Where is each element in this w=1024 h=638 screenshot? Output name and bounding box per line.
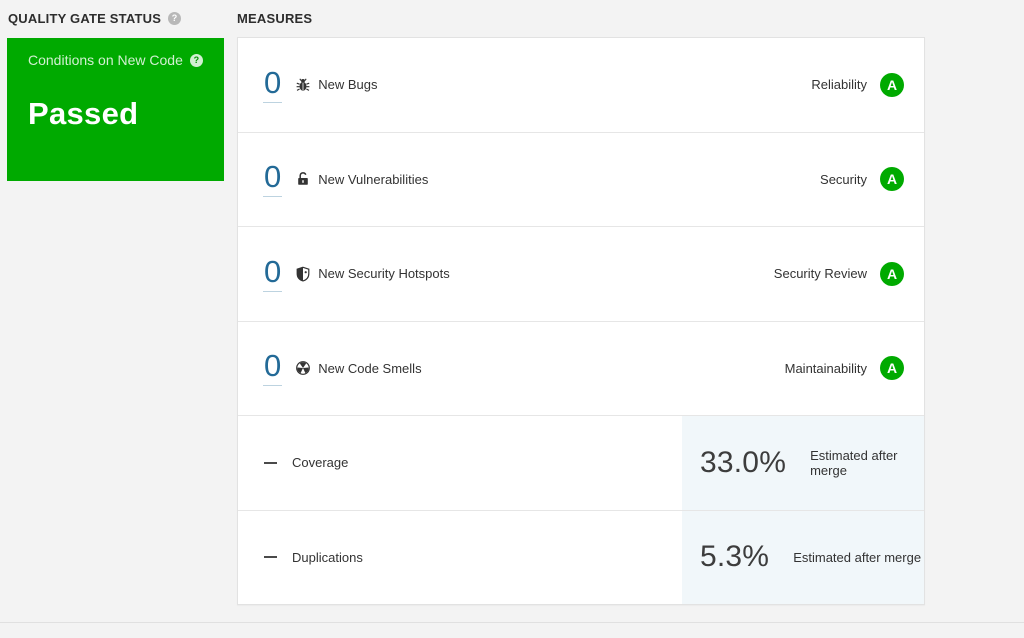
domain-label: Reliability: [811, 77, 867, 93]
help-icon[interactable]: ?: [189, 53, 203, 67]
duplications-value: 5.3%: [700, 540, 770, 574]
measure-label: New Bugs: [318, 77, 378, 93]
new-code-smells-count-link[interactable]: 0: [263, 350, 283, 387]
domain-label: Security Review: [773, 266, 867, 282]
rating-badge: A: [880, 72, 904, 97]
coverage-value: 33.0%: [700, 445, 787, 479]
dash-icon: [264, 461, 277, 464]
code-smell-icon: [295, 360, 311, 376]
conditions-label: Conditions on New Code: [28, 52, 183, 68]
estimate-note: Estimated after merge: [810, 447, 898, 478]
quality-gate-section-title: QUALITY GATE STATUS ?: [8, 11, 182, 26]
quality-gate-title-text: QUALITY GATE STATUS: [8, 11, 162, 26]
domain-label: Maintainability: [784, 360, 867, 376]
measures-card: 0 New Bugs Reliability A 0 New Vulnerabi…: [237, 37, 925, 605]
help-icon[interactable]: ?: [168, 12, 182, 25]
new-security-hotspots-count-link[interactable]: 0: [263, 255, 283, 292]
duplications-estimate-panel: 5.3% Estimated after merge: [682, 510, 924, 604]
measure-label: New Vulnerabilities: [318, 171, 429, 187]
rating-badge: A: [880, 261, 904, 286]
measure-row-new-code-smells: 0 New Code Smells Maintainability A: [238, 322, 924, 416]
dash-icon: [264, 556, 277, 559]
measure-row-duplications: Duplications 5.3% Estimated after merge: [238, 510, 924, 604]
bug-icon: [295, 77, 311, 93]
rating-badge: A: [880, 356, 904, 381]
estimate-note: Estimated after merge: [793, 549, 922, 565]
coverage-estimate-panel: 33.0% Estimated after merge: [682, 416, 924, 510]
domain-label: Security: [820, 171, 867, 187]
measure-row-new-security-hotspots: 0 New Security Hotspots Security Review …: [238, 227, 924, 322]
measure-row-coverage: Coverage 33.0% Estimated after merge: [238, 416, 924, 511]
measure-label: Coverage: [292, 455, 349, 471]
rating-badge: A: [880, 167, 904, 192]
measure-label: New Security Hotspots: [318, 266, 450, 282]
measure-row-new-bugs: 0 New Bugs Reliability A: [238, 38, 924, 133]
lock-icon: [295, 171, 311, 187]
bottom-divider: [0, 622, 1024, 623]
measure-row-new-vulnerabilities: 0 New Vulnerabilities Security A: [238, 133, 924, 227]
conditions-on-new-code: Conditions on New Code ?: [28, 52, 210, 68]
quality-gate-status-card: Conditions on New Code ? Passed: [7, 38, 224, 181]
measures-title-text: MEASURES: [237, 11, 313, 26]
measure-label: Duplications: [292, 549, 363, 565]
quality-gate-status-value: Passed: [28, 96, 139, 131]
new-vulnerabilities-count-link[interactable]: 0: [263, 161, 283, 198]
new-bugs-count-link[interactable]: 0: [263, 66, 283, 103]
security-hotspot-icon: [295, 266, 311, 282]
measure-label: New Code Smells: [318, 360, 422, 376]
measures-section-title: MEASURES: [237, 11, 312, 26]
